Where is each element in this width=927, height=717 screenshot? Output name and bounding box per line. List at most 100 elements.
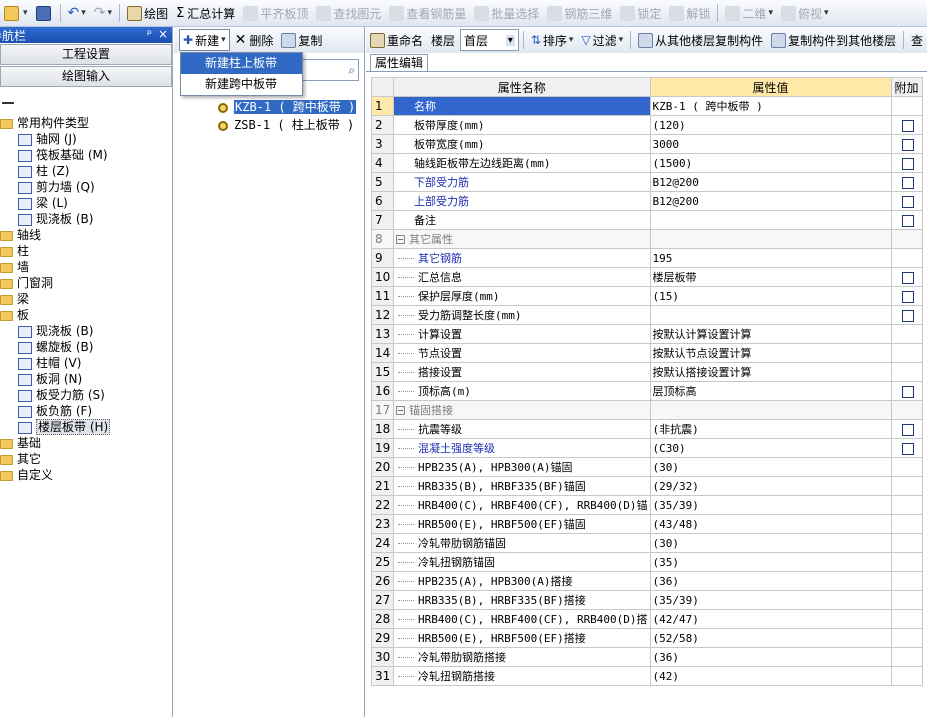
extra-checkbox[interactable] <box>901 138 914 151</box>
tree-item-plate[interactable]: 螺旋板 (B) <box>0 339 172 355</box>
property-value-cell[interactable]: (36) <box>649 647 892 667</box>
menu-item-new-middle-strip[interactable]: 新建跨中板带 <box>181 74 302 95</box>
property-row[interactable]: 29 HRB500(E), HRBF500(EF)搭接 (52/58) <box>371 628 923 648</box>
property-row[interactable]: 19 混凝土强度等级 (C30) <box>371 438 923 458</box>
property-value-cell[interactable]: (非抗震) <box>649 419 892 439</box>
close-icon[interactable]: × <box>158 27 168 41</box>
property-value-cell[interactable]: 层顶标高 <box>649 381 892 401</box>
floor-select[interactable]: 首层 ▾ <box>460 29 519 51</box>
property-row[interactable]: 1 名称 KZB-1 ( 跨中板带 ) <box>371 96 923 116</box>
property-value-cell[interactable]: (35/39) <box>649 495 892 515</box>
project-settings-button[interactable]: 工程设置 <box>0 44 172 65</box>
property-value-cell[interactable]: (15) <box>649 286 892 306</box>
tree-folder[interactable]: 其它 <box>0 451 172 467</box>
property-value-cell[interactable]: 按默认搭接设置计算 <box>649 362 892 382</box>
menu-item-new-column-strip[interactable]: 新建柱上板带 <box>181 53 302 74</box>
tree-folder[interactable]: 轴线 <box>0 227 172 243</box>
property-row[interactable]: 17− 锚固搭接 <box>371 400 923 420</box>
property-value-cell[interactable]: 3000 <box>649 134 892 154</box>
property-value-cell[interactable]: (1500) <box>649 153 892 173</box>
extra-checkbox[interactable] <box>901 271 914 284</box>
extra-checkbox[interactable] <box>901 290 914 303</box>
find-element-button[interactable]: 查找图元 <box>313 2 384 24</box>
tree-item-common[interactable]: 现浇板 (B) <box>0 211 172 227</box>
property-value-cell[interactable]: B12@200 <box>649 172 892 192</box>
property-value-cell[interactable]: (30) <box>649 533 892 553</box>
property-row[interactable]: 23 HRB500(E), HRBF500(EF)锚固 (43/48) <box>371 514 923 534</box>
copy-to-floor-button[interactable]: 复制构件到其他楼层 <box>768 29 899 51</box>
unlock-button[interactable]: 解锁 <box>666 2 713 24</box>
property-row[interactable]: 6 上部受力筋 B12@200 <box>371 191 923 211</box>
lock-button[interactable]: 锁定 <box>617 2 664 24</box>
component-item[interactable]: KZB-1 ( 跨中板带 ) <box>218 100 357 115</box>
property-value-cell[interactable]: (120) <box>649 115 892 135</box>
property-value-cell[interactable]: (36) <box>649 571 892 591</box>
batch-select-button[interactable]: 批量选择 <box>471 2 542 24</box>
property-value-cell[interactable]: (35) <box>649 552 892 572</box>
tab-property-edit[interactable]: 属性编辑 <box>370 54 429 72</box>
property-row[interactable]: 27 HRB335(B), HRBF335(BF)搭接 (35/39) <box>371 590 923 610</box>
rename-button[interactable]: 重命名 <box>367 29 426 51</box>
extra-checkbox[interactable] <box>901 385 914 398</box>
property-value-cell[interactable]: (42) <box>649 666 892 686</box>
property-row[interactable]: 22 HRB400(C), HRBF400(CF), RRB400(D)锚 (35/… <box>371 495 923 515</box>
property-row[interactable]: 14 节点设置 按默认节点设置计算 <box>371 343 923 363</box>
align-top-button[interactable]: 平齐板顶 <box>240 2 311 24</box>
property-value-cell[interactable]: 楼层板带 <box>649 267 892 287</box>
property-value-cell[interactable]: (52/58) <box>649 628 892 648</box>
draw-button[interactable]: 绘图 <box>124 2 171 24</box>
tree-item-plate[interactable]: 现浇板 (B) <box>0 323 172 339</box>
tree-item-plate[interactable]: 楼层板带 (H) <box>0 419 172 435</box>
tree-item-plate[interactable]: 板洞 (N) <box>0 371 172 387</box>
property-row[interactable]: 5 下部受力筋 B12@200 <box>371 172 923 192</box>
property-row[interactable]: 18 抗震等级 (非抗震) <box>371 419 923 439</box>
extra-checkbox[interactable] <box>901 442 914 455</box>
tree-folder[interactable]: 墙 <box>0 259 172 275</box>
collapse-icon[interactable]: − <box>396 406 405 415</box>
extra-checkbox[interactable] <box>901 119 914 132</box>
tree-item-common[interactable]: 柱 (Z) <box>0 163 172 179</box>
pin-icon[interactable]: ᵖ <box>147 27 152 41</box>
search-button[interactable]: 查 <box>908 29 926 51</box>
collapse-icon[interactable]: − <box>396 235 405 244</box>
property-value-cell[interactable]: (29/32) <box>649 476 892 496</box>
open-button[interactable]: ▾ <box>1 2 31 24</box>
view-rebar-button[interactable]: 查看钢筋量 <box>386 2 469 24</box>
filter-button[interactable]: ▽ 过滤 ▾ <box>578 29 626 51</box>
property-row[interactable]: 20 HPB235(A), HPB300(A)锚固 (30) <box>371 457 923 477</box>
extra-checkbox[interactable] <box>901 423 914 436</box>
property-row[interactable]: 13 计算设置 按默认计算设置计算 <box>371 324 923 344</box>
property-value-cell[interactable] <box>649 210 892 230</box>
property-value-cell[interactable]: (30) <box>649 457 892 477</box>
property-row[interactable]: 4 轴线距板带左边线距离(mm) (1500) <box>371 153 923 173</box>
component-item[interactable]: ZSB-1 ( 柱上板带 ) <box>218 118 354 133</box>
extra-checkbox[interactable] <box>901 214 914 227</box>
extra-checkbox[interactable] <box>901 309 914 322</box>
tree-folder[interactable]: 自定义 <box>0 467 172 483</box>
summary-calc-button[interactable]: Σ 汇总计算 <box>173 2 238 24</box>
property-value-cell[interactable] <box>649 305 892 325</box>
property-row[interactable]: 31 冷轧扭钢筋搭接 (42) <box>371 666 923 686</box>
property-row[interactable]: 3 板带宽度(mm) 3000 <box>371 134 923 154</box>
tree-folder-common[interactable]: 常用构件类型 <box>0 115 172 131</box>
extra-checkbox[interactable] <box>901 195 914 208</box>
property-row[interactable]: 16 顶标高(m) 层顶标高 <box>371 381 923 401</box>
copy-button[interactable]: 复制 <box>278 29 325 51</box>
tree-folder[interactable]: 基础 <box>0 435 172 451</box>
property-row[interactable]: 21 HRB335(B), HRBF335(BF)锚固 (29/32) <box>371 476 923 496</box>
view-2d-dropdown[interactable]: 二维 ▾ <box>722 2 776 24</box>
property-value-cell[interactable]: (35/39) <box>649 590 892 610</box>
property-value-cell[interactable]: 按默认节点设置计算 <box>649 343 892 363</box>
property-row[interactable]: 30 冷轧带肋钢筋搭接 (36) <box>371 647 923 667</box>
undo-button[interactable]: ↶ ▾ <box>65 2 89 24</box>
property-row[interactable]: 8− 其它属性 <box>371 229 923 249</box>
property-row[interactable]: 25 冷轧扭钢筋锚固 (35) <box>371 552 923 572</box>
property-row[interactable]: 2 板带厚度(mm) (120) <box>371 115 923 135</box>
property-value-cell[interactable]: (C30) <box>649 438 892 458</box>
property-row[interactable]: 24 冷轧带肋钢筋锚固 (30) <box>371 533 923 553</box>
property-value-cell[interactable] <box>649 400 892 420</box>
property-value-cell[interactable]: 195 <box>649 248 892 268</box>
property-value-cell[interactable]: B12@200 <box>649 191 892 211</box>
property-value-cell[interactable]: (43/48) <box>649 514 892 534</box>
property-row[interactable]: 7 备注 <box>371 210 923 230</box>
